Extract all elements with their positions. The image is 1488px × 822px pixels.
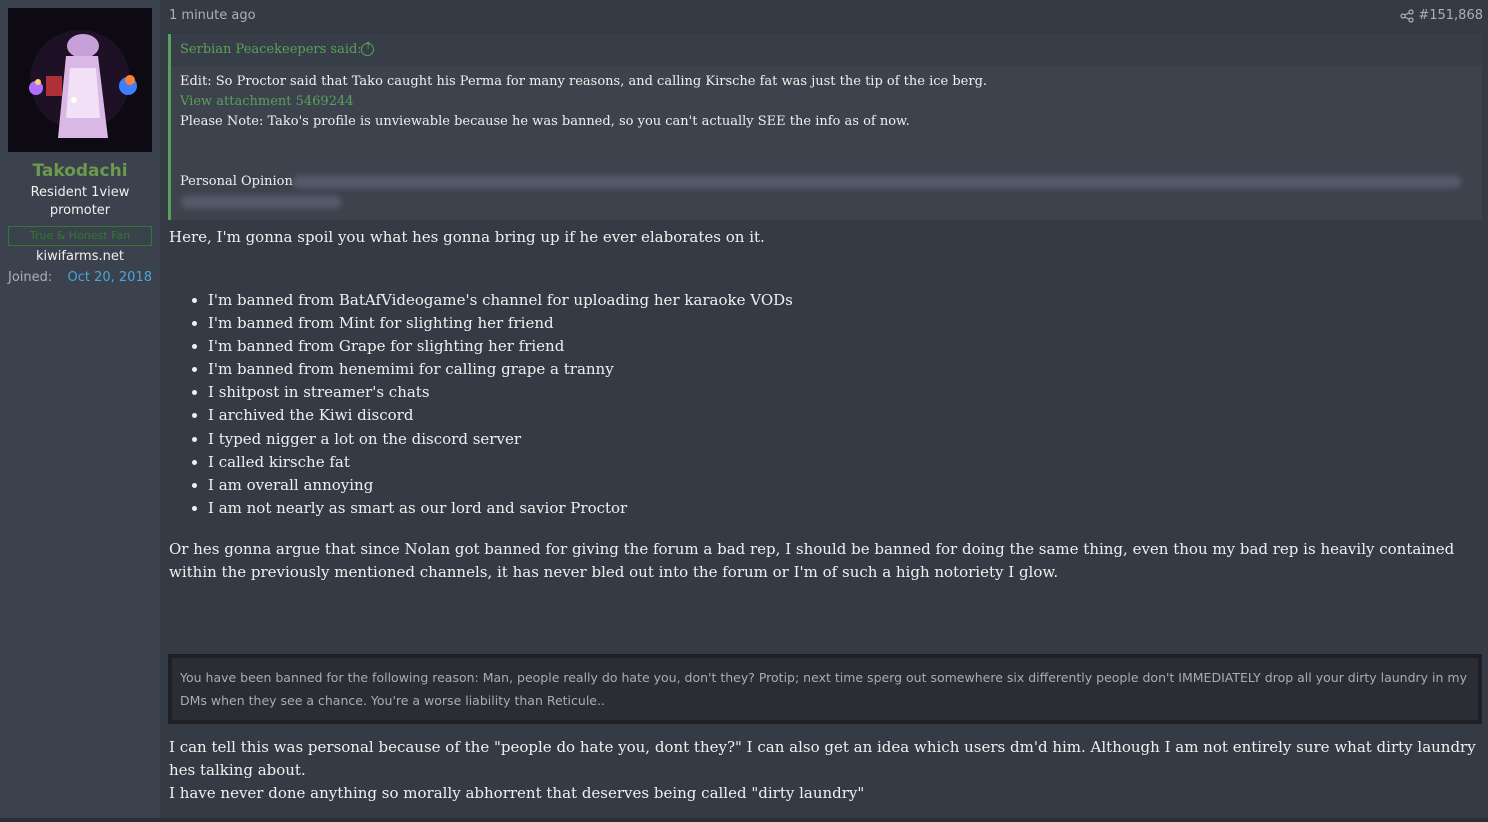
paragraph-3-line-2: I have never done anything so morally ab… [169, 784, 865, 802]
quote-block: Serbian Peacekeepers said: Edit: So Proc… [168, 34, 1482, 220]
post-paragraph-3: I can tell this was personal because of … [169, 736, 1479, 805]
quote-line-2: Please Note: Tako's profile is unviewabl… [180, 114, 910, 129]
user-sidebar: Takodachi Resident 1view promoter True &… [0, 0, 160, 822]
quote-header: Serbian Peacekeepers said: [171, 34, 1482, 66]
attachment-link[interactable]: View attachment 5469244 [180, 94, 354, 109]
post-intro: Here, I'm gonna spoil you what hes gonna… [169, 228, 765, 246]
list-item: I archived the Kiwi discord [190, 405, 793, 428]
blurred-spoiler-text[interactable] [181, 174, 1463, 214]
list-item: I am not nearly as smart as our lord and… [190, 498, 793, 521]
jump-to-quote-icon[interactable] [361, 41, 374, 56]
user-banner: True & Honest Fan [8, 226, 152, 246]
list-item: I'm banned from Grape for slighting her … [190, 336, 793, 359]
ban-reasons-list: I'm banned from BatAfVideogame's channel… [190, 290, 793, 521]
share-icon[interactable] [1400, 9, 1414, 23]
list-item: I typed nigger a lot on the discord serv… [190, 429, 793, 452]
user-site: kiwifarms.net [36, 249, 124, 264]
post-number[interactable]: #151,868 [1418, 8, 1483, 23]
post-divider [0, 818, 1488, 822]
avatar[interactable] [8, 8, 152, 152]
paragraph-3-line-1: I can tell this was personal because of … [169, 738, 1476, 779]
list-item: I'm banned from henemimi for calling gra… [190, 359, 793, 382]
quote-author[interactable]: Serbian Peacekeepers said: [180, 42, 362, 57]
joined-label: Joined: [8, 270, 53, 285]
user-title: Resident 1view promoter [30, 185, 130, 218]
joined-date: Oct 20, 2018 [67, 270, 153, 285]
post-paragraph-2: Or hes gonna argue that since Nolan got … [169, 540, 1455, 581]
quote-line-1: Edit: So Proctor said that Tako caught h… [180, 74, 988, 89]
list-item: I'm banned from BatAfVideogame's channel… [190, 290, 793, 313]
spoiler-label: Personal Opinion [180, 174, 293, 189]
list-item: I called kirsche fat [190, 452, 793, 475]
list-item: I shitpost in streamer's chats [190, 382, 793, 405]
username[interactable]: Takodachi [0, 161, 160, 181]
post-time[interactable]: 1 minute ago [169, 8, 256, 23]
list-item: I am overall annoying [190, 475, 793, 498]
list-item: I'm banned from Mint for slighting her f… [190, 313, 793, 336]
ban-message-box: You have been banned for the following r… [168, 654, 1482, 724]
